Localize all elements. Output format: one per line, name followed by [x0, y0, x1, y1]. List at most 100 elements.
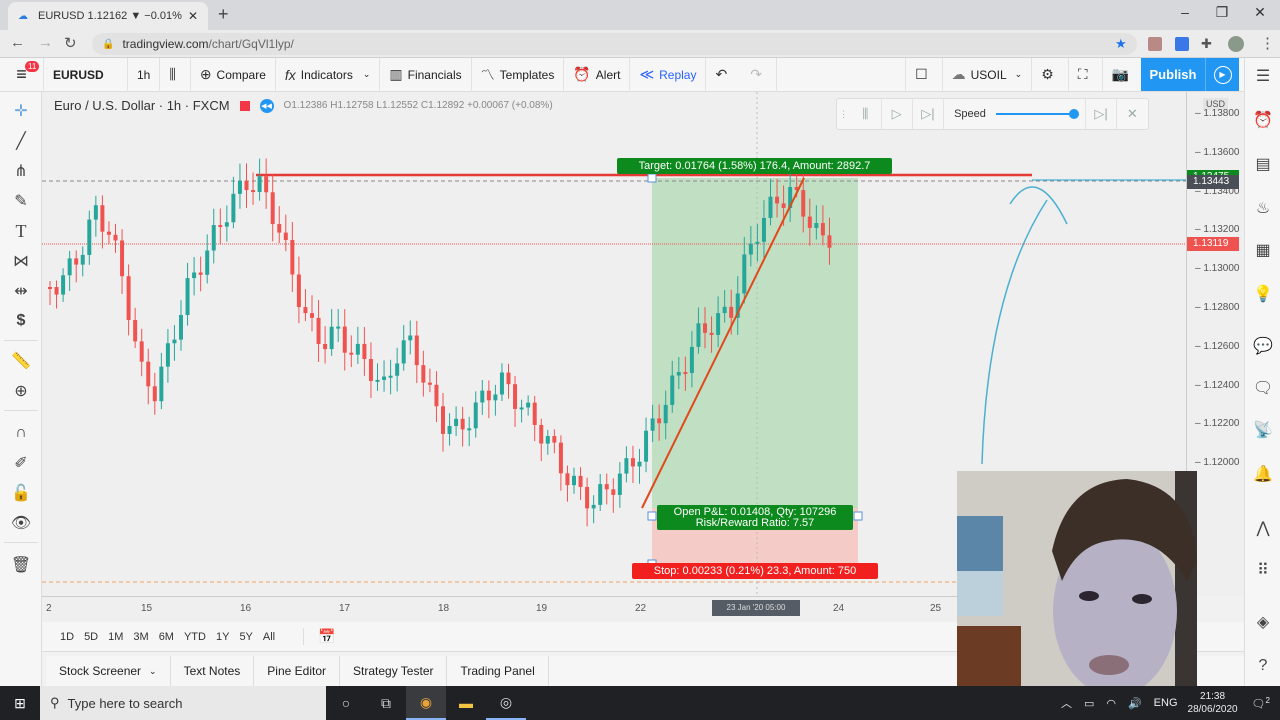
url-bar[interactable]: 🔒 tradingview.com/chart/GqVl1lyp/ [92, 33, 1137, 55]
step-forward-button[interactable]: ▷| [913, 99, 945, 129]
layout-name-button[interactable]: ☁ USOIL ⌄ [943, 57, 1033, 92]
help-icon[interactable]: ? [1251, 654, 1275, 678]
pdf-extension-icon[interactable] [1148, 37, 1162, 51]
dom-icon[interactable]: ⠿ [1251, 558, 1275, 582]
speed-slider-knob[interactable] [1069, 109, 1080, 119]
financials-button[interactable]: ▥ Financials [380, 57, 472, 92]
prediction-measure-icon[interactable]: ⇹ [8, 280, 34, 302]
notifications-bell-icon[interactable]: 🔔 [1251, 462, 1275, 486]
select-bar-button[interactable]: ⫼ [850, 99, 882, 129]
drag-handle-icon[interactable]: ⋮ [837, 99, 850, 129]
reload-button[interactable]: ↻ [64, 34, 77, 52]
templates-button[interactable]: 〽 Templates [472, 57, 565, 92]
pattern-icon[interactable]: ⋈ [8, 250, 34, 272]
lock-drawing-icon[interactable]: ✐ [8, 452, 34, 474]
calendar-icon[interactable]: ▦ [1251, 238, 1275, 262]
range-5d[interactable]: 5D [84, 631, 98, 643]
brush-icon[interactable]: ✎ [8, 190, 34, 212]
file-explorer-button[interactable]: ▬ [446, 686, 486, 720]
range-all[interactable]: All [263, 631, 275, 643]
stop-label[interactable]: Stop: 0.00233 (0.21%) 23.3, Amount: 750 [632, 563, 878, 579]
ruler-icon[interactable]: 📏 [8, 350, 34, 372]
chats-icon[interactable]: 💬 [1251, 334, 1275, 358]
eye-icon[interactable]: 👁 [8, 512, 34, 534]
fullscreen-button[interactable]: ⛶ [1069, 57, 1103, 92]
streams-icon[interactable]: 📡 [1251, 418, 1275, 442]
chart-type-button[interactable]: ⫼ [160, 57, 191, 92]
range-6m[interactable]: 6M [159, 631, 174, 643]
watchlist-icon[interactable]: ☰ [1251, 64, 1275, 88]
alarm-clock-icon[interactable]: ⏰ [1251, 108, 1275, 132]
unlock-icon[interactable]: 🔓 [8, 482, 34, 504]
range-1d[interactable]: 1D [60, 631, 74, 643]
play-button[interactable]: ▷ [882, 99, 913, 129]
redo-button[interactable]: ↷ [741, 57, 777, 92]
trash-icon[interactable]: 🗑 [8, 554, 34, 576]
tab-trading-panel[interactable]: Trading Panel [447, 656, 549, 686]
close-tab-icon[interactable]: ✕ [188, 9, 198, 23]
target-label[interactable]: Target: 0.01764 (1.58%) 176.4, Amount: 2… [617, 158, 892, 174]
taskbar-search[interactable]: ⚲ Type here to search [40, 686, 326, 720]
pnl-label[interactable]: Open P&L: 0.01408, Qty: 107296 Risk/Rewa… [657, 505, 853, 530]
main-menu-button[interactable]: ≡ 11 [0, 57, 44, 92]
tab-pine-editor[interactable]: Pine Editor [254, 656, 340, 686]
replay-mode-icon[interactable]: ◀◀ [259, 98, 274, 113]
compare-button[interactable]: ⊕ Compare [191, 57, 276, 92]
interval-button[interactable]: 1h [128, 57, 161, 92]
pitchfork-icon[interactable]: ⋔ [8, 160, 34, 182]
goto-date-icon[interactable]: 📅 [303, 628, 336, 645]
start-button[interactable]: ⊞ [0, 686, 40, 720]
close-window-button[interactable]: ✕ [1245, 4, 1275, 21]
symbol-search-button[interactable]: EURUSD [44, 57, 128, 92]
hotlist-flame-icon[interactable]: ♨ [1251, 196, 1275, 220]
range-ytd[interactable]: YTD [184, 631, 206, 643]
new-tab-button[interactable]: + [218, 4, 229, 25]
news-icon[interactable]: ▤ [1251, 152, 1275, 176]
chat-icon[interactable]: 🗨 [1251, 376, 1275, 400]
volume-icon[interactable]: 🔊 [1128, 697, 1142, 710]
layout-select-button[interactable]: ☐ [905, 57, 943, 92]
range-3m[interactable]: 3M [133, 631, 148, 643]
extensions-puzzle-icon[interactable]: ✚ [1201, 36, 1212, 52]
publish-stream-button[interactable]: ▶ [1205, 58, 1239, 91]
speed-slider[interactable] [995, 109, 1080, 119]
crosshair-icon[interactable]: ✛ [8, 100, 34, 122]
bookmark-star-icon[interactable]: ★ [1115, 36, 1127, 52]
cortana-button[interactable]: ○ [326, 686, 366, 720]
order-panel-icon[interactable]: ⋀ [1251, 516, 1275, 540]
flag-icon[interactable] [239, 100, 250, 111]
close-replay-button[interactable]: ✕ [1117, 99, 1148, 129]
task-view-button[interactable]: ⧉ [366, 686, 406, 720]
forward-button[interactable]: → [38, 34, 53, 51]
text-tool-icon[interactable]: T [8, 220, 34, 242]
undo-button[interactable]: ↶ [706, 58, 741, 92]
minimize-button[interactable]: – [1170, 4, 1200, 20]
tab-stock-screener[interactable]: Stock Screener ⌄ [46, 656, 171, 686]
range-1y[interactable]: 1Y [216, 631, 229, 643]
indicators-button[interactable]: fx Indicators ⌄ [276, 57, 381, 92]
tab-strategy-tester[interactable]: Strategy Tester [340, 656, 448, 686]
maximize-button[interactable]: ❐ [1207, 4, 1237, 21]
action-center-icon[interactable]: 🗨2 [1252, 696, 1270, 711]
range-1m[interactable]: 1M [108, 631, 123, 643]
browser-tab[interactable]: ☁ EURUSD 1.12162 ▼ −0.01% USOIL ✕ [8, 2, 208, 30]
back-button[interactable]: ← [10, 34, 25, 51]
tab-text-notes[interactable]: Text Notes [171, 656, 255, 686]
wifi-icon[interactable]: ◠ [1106, 697, 1116, 710]
profile-avatar[interactable] [1228, 36, 1244, 52]
snapshot-button[interactable]: 📷 [1103, 57, 1144, 92]
zoom-in-icon[interactable]: ⊕ [8, 380, 34, 402]
settings-button[interactable]: ⚙ [1032, 57, 1069, 92]
jump-to-realtime-button[interactable]: ▷| [1085, 99, 1117, 129]
layers-icon[interactable]: ◈ [1251, 610, 1275, 634]
language-indicator[interactable]: ENG [1154, 697, 1178, 709]
range-5y[interactable]: 5Y [239, 631, 252, 643]
battery-icon[interactable]: ▭ [1084, 697, 1094, 710]
chrome-menu-icon[interactable]: ⋮ [1260, 34, 1275, 52]
publish-button[interactable]: Publish [1141, 58, 1205, 91]
replay-button[interactable]: ≪ Replay [630, 57, 707, 92]
blocker-extension-icon[interactable] [1175, 37, 1189, 51]
ideas-lightbulb-icon[interactable]: 💡 [1251, 282, 1275, 306]
obs-button[interactable]: ◎ [486, 686, 526, 720]
dollar-icon[interactable]: $ [8, 310, 34, 332]
